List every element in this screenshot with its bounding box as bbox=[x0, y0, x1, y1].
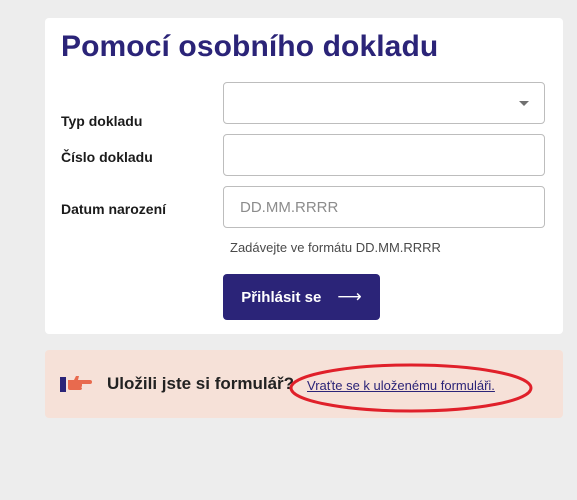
chevron-down-icon bbox=[519, 101, 529, 106]
birth-date-hint: Zadávejte ve formátu DD.MM.RRRR bbox=[230, 240, 441, 255]
return-to-saved-form-link[interactable]: Vraťte se k uloženému formuláři. bbox=[307, 378, 495, 393]
doc-type-label: Typ dokladu bbox=[61, 113, 143, 129]
saved-form-banner: Uložili jste si formulář? Vraťte se k ul… bbox=[45, 350, 563, 418]
birth-date-input[interactable] bbox=[224, 187, 544, 227]
doc-number-field bbox=[223, 134, 545, 176]
doc-type-select[interactable] bbox=[223, 82, 545, 124]
doc-number-label: Číslo dokladu bbox=[61, 149, 153, 165]
saved-form-question: Uložili jste si formulář? bbox=[107, 374, 295, 393]
login-button-label: Přihlásit se bbox=[241, 288, 322, 306]
pointing-hand-icon bbox=[60, 376, 92, 392]
birth-date-field bbox=[223, 186, 545, 228]
arrow-right-icon: ⟶ bbox=[337, 287, 362, 306]
login-button[interactable]: Přihlásit se ⟶ bbox=[223, 274, 380, 320]
doc-number-input[interactable] bbox=[224, 135, 544, 175]
birth-date-label: Datum narození bbox=[61, 201, 167, 217]
page-title: Pomocí osobního dokladu bbox=[61, 30, 439, 63]
login-card: Pomocí osobního dokladu Typ dokladu Čísl… bbox=[45, 18, 563, 334]
